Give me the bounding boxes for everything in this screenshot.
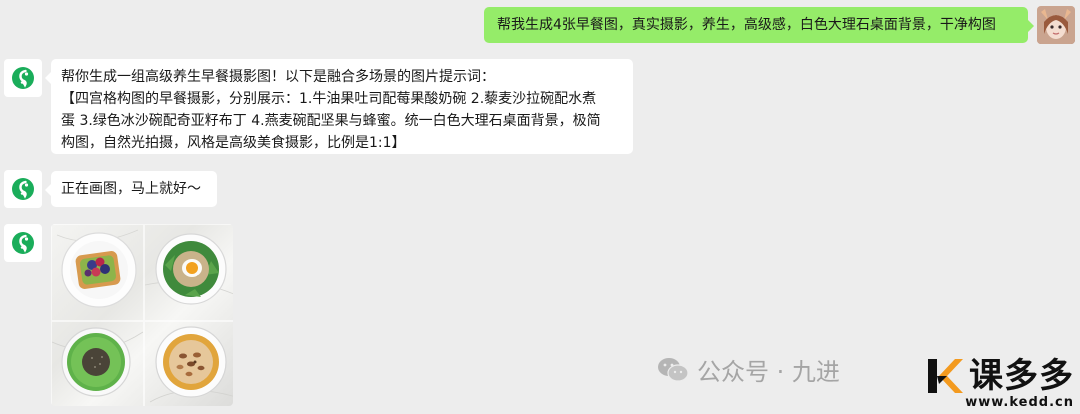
bot-prompt-line: 帮你生成一组高级养生早餐摄影图！以下是融合多场景的图片提示词：	[61, 69, 495, 85]
bot-prompt-line: 蛋 3.绿色冰沙碗配奇亚籽布丁 4.燕麦碗配坚果与蜂蜜。统一白色大理石桌面背景，…	[61, 113, 601, 129]
bot-logo-icon	[12, 178, 34, 200]
generated-breakfast-image[interactable]	[51, 224, 233, 406]
bot-prompt-line: 【四宫格构图的早餐摄影，分别展示：1.牛油果吐司配莓果酸奶碗 2.藜麦沙拉碗配水…	[61, 91, 597, 107]
brand-url: www.kedd.cn	[965, 395, 1074, 410]
image-cell-avocado-toast	[51, 224, 144, 321]
bot-prompt-line: 构图，自然光拍摄，风格是高级美食摄影，比例是1:1】	[61, 135, 406, 151]
bot-avatar[interactable]	[4, 170, 42, 208]
bot-avatar[interactable]	[4, 59, 42, 97]
kedd-brand-logo: 课多多 www.kedd.cn	[925, 356, 1074, 410]
watermark-text: 公众号 · 九进	[697, 358, 840, 386]
quinoa-salad-bowl-icon	[144, 233, 233, 305]
green-smoothie-bowl-icon	[51, 327, 144, 397]
image-cell-oatmeal-bowl	[144, 321, 233, 406]
brand-name: 课多多	[969, 356, 1074, 396]
image-cell-green-smoothie	[51, 321, 144, 406]
image-cell-quinoa-salad	[144, 224, 233, 321]
bot-avatar[interactable]	[4, 224, 42, 262]
user-message-text: 帮我生成4张早餐图，真实摄影，养生，高级感，白色大理石桌面背景，干净构图	[497, 17, 996, 33]
wechat-icon	[658, 357, 689, 382]
user-avatar[interactable]	[1037, 6, 1075, 44]
user-message-bubble[interactable]: 帮我生成4张早餐图，真实摄影，养生，高级感，白色大理石桌面背景，干净构图	[484, 7, 1034, 43]
bot-logo-icon	[12, 232, 34, 254]
bot-logo-icon	[12, 67, 34, 89]
avocado-toast-plate-icon	[56, 229, 139, 308]
kedd-k-logo-icon	[928, 359, 963, 393]
bot-prompt-bubble[interactable]: 帮你生成一组高级养生早餐摄影图！以下是融合多场景的图片提示词： 【四宫格构图的早…	[45, 59, 633, 154]
oatmeal-bowl-icon	[149, 326, 233, 403]
bot-status-text: 正在画图，马上就好～	[61, 181, 201, 197]
user-avatar-icon	[1037, 6, 1075, 44]
bot-status-bubble[interactable]: 正在画图，马上就好～	[45, 171, 217, 207]
wechat-watermark: 公众号 · 九进	[657, 352, 840, 387]
